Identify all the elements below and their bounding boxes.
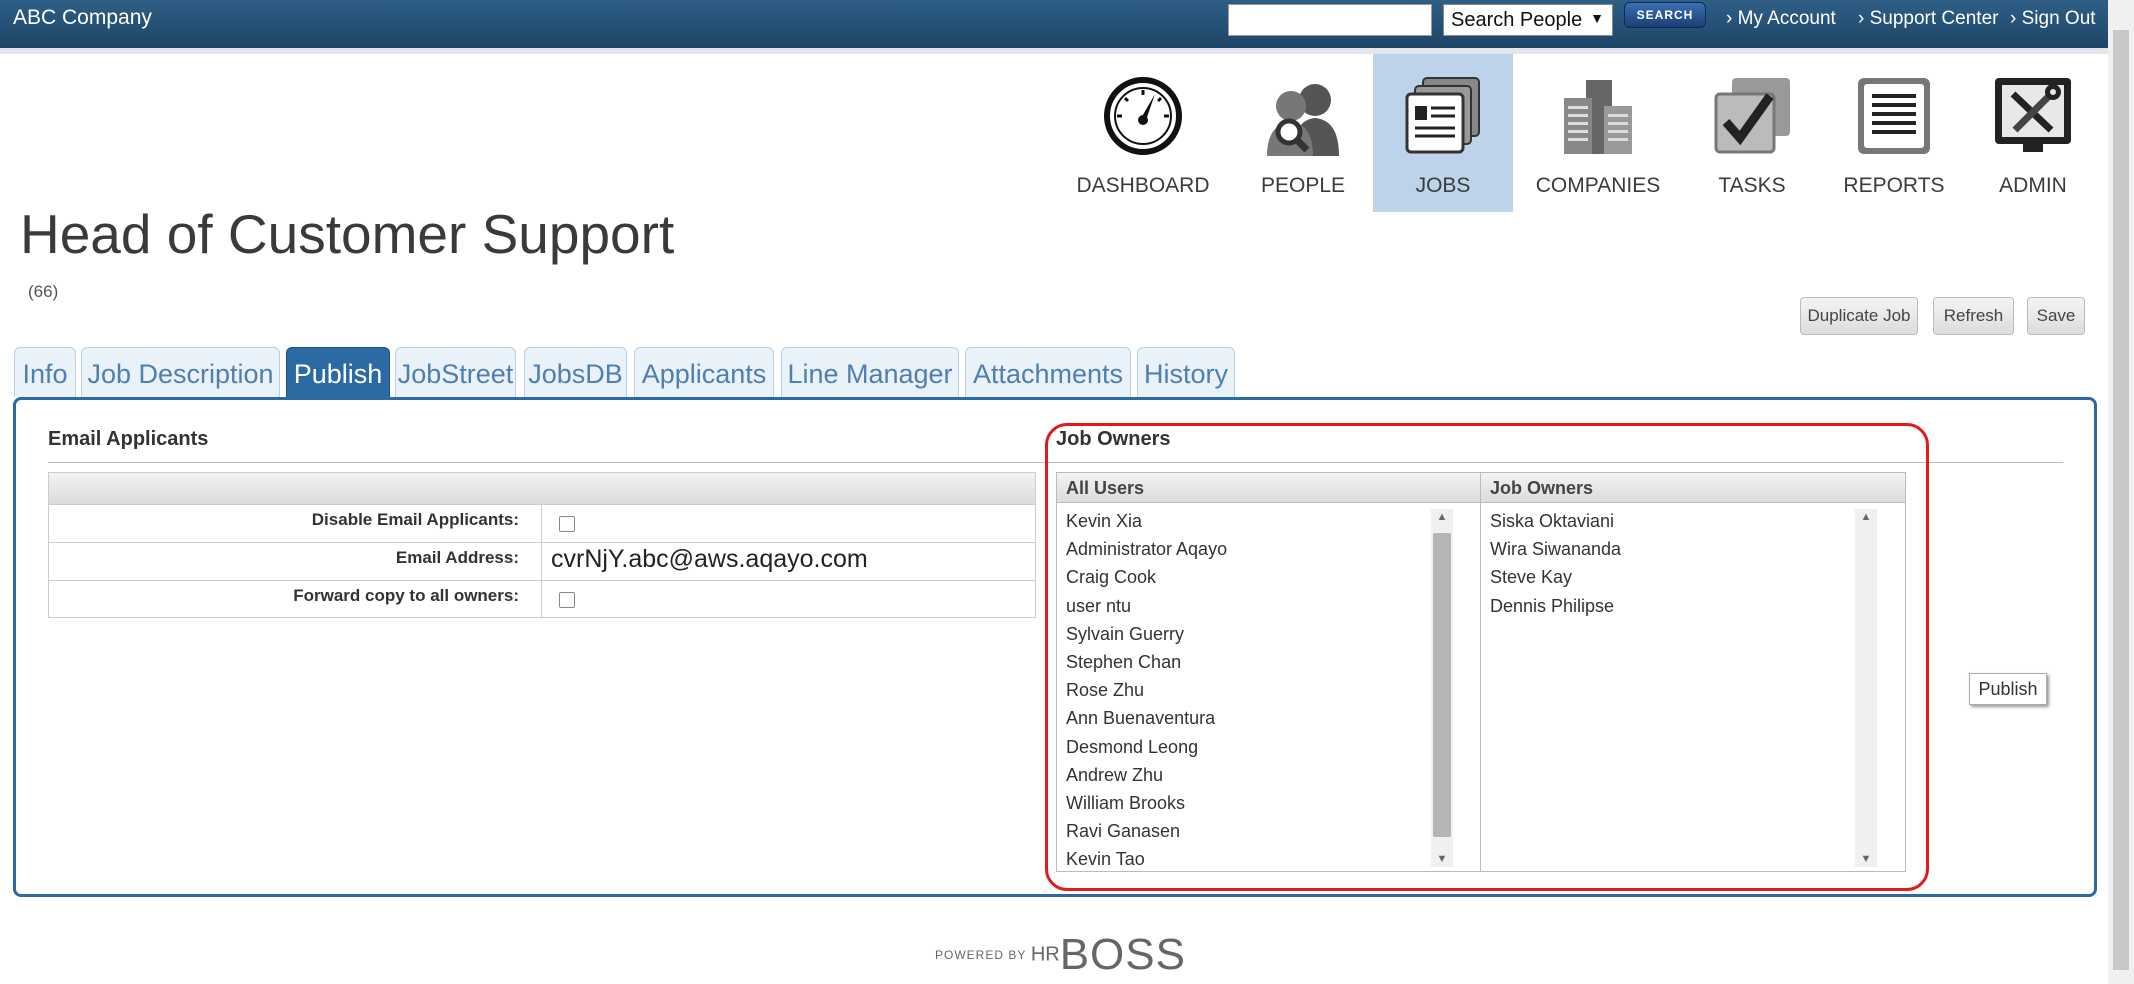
jobs-cards-icon: [1405, 77, 1480, 154]
list-item[interactable]: Ravi Ganasen: [1066, 817, 1446, 845]
list-item[interactable]: Siska Oktaviani: [1490, 507, 1850, 535]
email-address-value: cvrNjY.abc@aws.aqayo.com: [551, 545, 868, 573]
email-address-label: Email Address:: [395, 548, 519, 567]
sign-out-link[interactable]: › Sign Out: [2010, 8, 2096, 30]
job-owners-picker: All Users Job Owners Kevin Xia Administr…: [1056, 472, 1906, 872]
disable-email-label: Disable Email Applicants:: [311, 510, 519, 529]
list-item[interactable]: Desmond Leong: [1066, 733, 1446, 761]
tab-jobstreet[interactable]: JobStreet: [395, 347, 516, 397]
list-item[interactable]: Andrew Zhu: [1066, 761, 1446, 789]
tab-attachments[interactable]: Attachments: [965, 347, 1131, 397]
reports-document-icon: [1858, 78, 1930, 154]
scroll-down-arrow-icon[interactable]: ▼: [1855, 853, 1877, 865]
nav-dashboard-label: DASHBOARD: [1076, 174, 1210, 197]
disable-email-checkbox[interactable]: [559, 516, 575, 532]
tab-info[interactable]: Info: [14, 347, 76, 397]
nav-admin[interactable]: ADMIN: [1963, 54, 2103, 212]
list-item[interactable]: user ntu: [1066, 592, 1446, 620]
list-item[interactable]: Sylvain Guerry: [1066, 620, 1446, 648]
job-owners-header: Job Owners: [1481, 473, 1905, 503]
job-owners-list[interactable]: Siska Oktaviani Wira Siwananda Steve Kay…: [1490, 507, 1850, 620]
email-applicants-title: Email Applicants: [48, 428, 209, 450]
tab-publish[interactable]: Publish: [286, 347, 390, 397]
scroll-down-arrow-icon[interactable]: ▼: [1431, 853, 1453, 865]
window-scroll-thumb[interactable]: [2113, 30, 2129, 970]
email-settings-table: Disable Email Applicants: Email Address:…: [48, 472, 1036, 618]
scroll-up-arrow-icon[interactable]: ▲: [1431, 511, 1453, 523]
job-owners-scrollbar[interactable]: ▲ ▼: [1855, 509, 1877, 867]
dropdown-arrow-icon: ▼: [1590, 10, 1604, 26]
list-item[interactable]: Craig Cook: [1066, 563, 1446, 591]
email-address-row: Email Address: cvrNjY.abc@aws.aqayo.com: [49, 542, 1035, 581]
publish-button[interactable]: Publish: [1969, 673, 2047, 705]
search-type-select[interactable]: Search People ▼: [1443, 4, 1613, 36]
people-icon: [1267, 84, 1339, 156]
list-item[interactable]: Wira Siwananda: [1490, 535, 1850, 563]
search-button[interactable]: SEARCH: [1624, 2, 1706, 28]
forward-copy-row: Forward copy to all owners:: [49, 580, 1035, 618]
dashboard-gauge-icon: [1104, 77, 1182, 155]
tasks-checkbox-icon: [1714, 78, 1790, 154]
top-bar: ABC Company Search People ▼ SEARCH › My …: [0, 0, 2108, 48]
forward-copy-checkbox[interactable]: [559, 592, 575, 608]
page-title: Head of Customer Support: [20, 203, 675, 265]
nav-reports-label: REPORTS: [1843, 174, 1945, 197]
list-item[interactable]: William Brooks: [1066, 789, 1446, 817]
all-users-scrollbar[interactable]: ▲ ▼: [1431, 509, 1453, 867]
boss-text: BOSS: [1059, 930, 1186, 979]
footer-logo: POWERED BY HRBOSS: [935, 930, 1186, 980]
scroll-thumb[interactable]: [1433, 533, 1451, 837]
nav-reports[interactable]: REPORTS: [1824, 54, 1964, 212]
nav-tasks-label: TASKS: [1718, 174, 1786, 197]
table-header: [49, 473, 1035, 505]
nav-tasks[interactable]: TASKS: [1682, 54, 1822, 212]
nav-people-label: PEOPLE: [1260, 174, 1346, 197]
support-center-link[interactable]: › Support Center: [1858, 8, 1998, 30]
list-item[interactable]: Stephen Chan: [1066, 648, 1446, 676]
refresh-button[interactable]: Refresh: [1933, 297, 2014, 335]
all-users-header: All Users: [1057, 473, 1480, 503]
nav-admin-label: ADMIN: [1999, 174, 2067, 197]
list-item[interactable]: Kevin Xia: [1066, 507, 1446, 535]
nav-jobs[interactable]: JOBS: [1373, 54, 1513, 212]
tab-line-manager[interactable]: Line Manager: [781, 347, 959, 397]
list-item[interactable]: Ann Buenaventura: [1066, 704, 1446, 732]
save-button[interactable]: Save: [2027, 297, 2085, 335]
nav-companies[interactable]: COMPANIES: [1528, 54, 1668, 212]
duplicate-job-button[interactable]: Duplicate Job: [1800, 297, 1918, 335]
list-item[interactable]: Kevin Tao: [1066, 845, 1446, 871]
nav-people[interactable]: PEOPLE: [1233, 54, 1373, 212]
tab-jobsdb[interactable]: JobsDB: [524, 347, 627, 397]
tab-applicants[interactable]: Applicants: [634, 347, 774, 397]
admin-tools-icon: [1995, 78, 2071, 152]
nav-dashboard[interactable]: DASHBOARD: [1073, 54, 1213, 212]
tab-history[interactable]: History: [1137, 347, 1235, 397]
disable-email-row: Disable Email Applicants:: [49, 504, 1035, 543]
my-account-link[interactable]: › My Account: [1726, 8, 1836, 30]
list-item[interactable]: Steve Kay: [1490, 563, 1850, 591]
hr-text: HR: [1030, 943, 1060, 966]
scroll-up-arrow-icon[interactable]: ▲: [1855, 511, 1877, 523]
list-item[interactable]: Administrator Aqayo: [1066, 535, 1446, 563]
search-input[interactable]: [1228, 4, 1432, 36]
all-users-list[interactable]: Kevin Xia Administrator Aqayo Craig Cook…: [1066, 507, 1446, 871]
list-item[interactable]: Rose Zhu: [1066, 676, 1446, 704]
search-type-value: Search People: [1451, 9, 1583, 31]
job-count: (66): [28, 282, 59, 301]
companies-buildings-icon: [1564, 80, 1632, 154]
powered-by-text: POWERED BY: [935, 948, 1027, 962]
nav-companies-label: COMPANIES: [1535, 174, 1661, 197]
company-name: ABC Company: [13, 6, 152, 29]
list-item[interactable]: Dennis Philipse: [1490, 592, 1850, 620]
nav-jobs-label: JOBS: [1415, 174, 1471, 197]
forward-copy-label: Forward copy to all owners:: [293, 586, 519, 605]
tab-job-description[interactable]: Job Description: [81, 347, 280, 397]
window-scrollbar[interactable]: [2108, 0, 2134, 984]
